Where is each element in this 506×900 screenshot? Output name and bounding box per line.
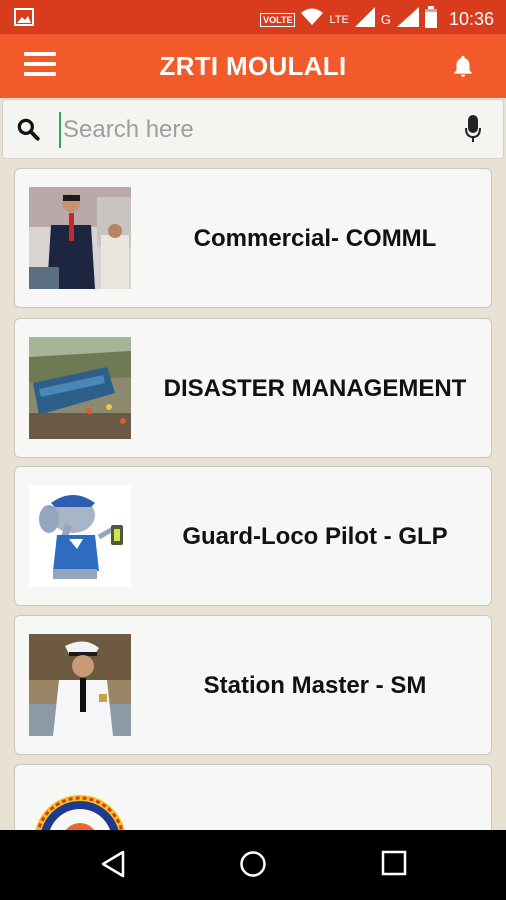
search-icon[interactable] bbox=[15, 116, 41, 147]
battery-icon bbox=[424, 6, 437, 33]
station-master-thumbnail bbox=[29, 634, 131, 736]
lte-label: LTE bbox=[329, 13, 349, 26]
list-item-label: Station Master - SM bbox=[203, 672, 427, 699]
search-bar bbox=[2, 99, 504, 159]
list-item-label: DISASTER MANAGEMENT bbox=[163, 375, 467, 402]
volte-badge: VOLTE bbox=[260, 12, 296, 27]
list-item-disaster-management[interactable]: DISASTER MANAGEMENT bbox=[14, 318, 492, 458]
search-input[interactable] bbox=[59, 112, 439, 148]
signal-roaming-icon: R bbox=[396, 7, 419, 32]
list-item-label: Guard-Loco Pilot - GLP bbox=[182, 523, 448, 550]
clock: 10:36 bbox=[448, 9, 494, 29]
list-item-label bbox=[145, 765, 485, 830]
mic-icon[interactable] bbox=[465, 115, 481, 148]
g-label: G bbox=[380, 12, 391, 27]
list-item-zrti[interactable] bbox=[14, 764, 492, 830]
disaster-management-thumbnail bbox=[29, 337, 131, 439]
zrti-logo bbox=[29, 783, 131, 830]
page-title: ZRTI MOULALI bbox=[159, 51, 347, 81]
svg-text:R: R bbox=[401, 10, 408, 20]
bell-icon[interactable] bbox=[450, 53, 476, 79]
home-icon[interactable] bbox=[239, 850, 267, 883]
signal-icon bbox=[354, 7, 375, 32]
wifi-icon bbox=[301, 8, 324, 31]
list-item-label: Commercial- COMML bbox=[193, 225, 437, 252]
list-item-guard-loco-pilot[interactable]: Guard-Loco Pilot - GLP bbox=[14, 466, 492, 606]
category-list: Commercial- COMML DISASTER MANAGEMENT Gu… bbox=[0, 160, 506, 830]
gallery-notification-icon bbox=[14, 8, 34, 31]
system-nav-bar bbox=[0, 830, 506, 900]
app-bar: ZRTI MOULALI bbox=[0, 34, 506, 98]
back-icon[interactable] bbox=[100, 850, 126, 883]
guard-loco-pilot-thumbnail bbox=[29, 485, 131, 587]
list-item-commercial[interactable]: Commercial- COMML bbox=[14, 168, 492, 308]
list-item-station-master[interactable]: Station Master - SM bbox=[14, 615, 492, 755]
status-bar: VOLTE LTE G R 10:36 bbox=[0, 0, 506, 34]
commercial-thumbnail bbox=[29, 187, 131, 289]
recents-icon[interactable] bbox=[381, 850, 407, 881]
